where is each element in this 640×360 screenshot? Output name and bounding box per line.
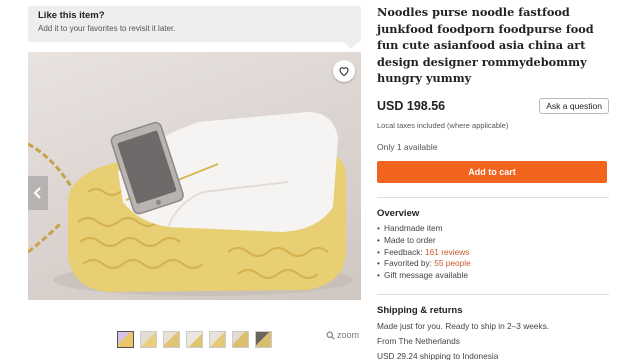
feedback-label: Feedback:	[384, 246, 426, 257]
favorite-prompt-pointer	[344, 42, 358, 49]
shipping-cost-line: USD 29.24 shipping to Indonesia	[377, 349, 609, 360]
section-divider	[377, 196, 609, 198]
noodle-purse-illustration	[28, 112, 353, 296]
shipping-heading: Shipping & returns	[377, 304, 463, 316]
shipping-destination-link[interactable]: Indonesia	[462, 351, 498, 360]
add-to-cart-button[interactable]: Add to cart	[377, 160, 607, 183]
overview-item-gift: Gift message available	[377, 270, 609, 282]
favorite-heart-button[interactable]	[333, 60, 355, 82]
magnifier-icon	[326, 331, 335, 340]
product-info-panel: Noodles purse noodle fastfood junkfood f…	[377, 0, 609, 360]
reviews-link[interactable]: 161 reviews	[425, 247, 469, 257]
favorited-label: Favorited by:	[384, 258, 435, 269]
thumbnail-4[interactable]	[186, 331, 203, 348]
thumbnail-2[interactable]	[140, 331, 157, 348]
ask-question-button[interactable]: Ask a question	[539, 97, 609, 114]
shipping-ready-text: Made just for you. Ready to ship in 2–3 …	[377, 320, 550, 331]
shipping-from-text: From The Netherlands	[377, 335, 460, 346]
overview-item-feedback: Feedback: 161 reviews	[377, 247, 609, 259]
favorite-prompt-title: Like this item?	[38, 10, 105, 21]
product-main-image[interactable]	[28, 52, 361, 300]
favorited-people-link[interactable]: 55 people	[434, 258, 470, 268]
product-price: USD 198.56	[377, 98, 446, 113]
thumbnail-5[interactable]	[209, 331, 226, 348]
overview-item-made-to-order: Made to order	[377, 235, 609, 247]
favorite-prompt: Like this item? Add it to your favorites…	[28, 6, 361, 49]
chevron-left-icon	[33, 187, 41, 199]
zoom-label: zoom	[337, 330, 360, 340]
product-title: Noodles purse noodle fastfood junkfood f…	[377, 5, 594, 86]
overview-list: Handmade item Made to order Feedback: 16…	[377, 223, 609, 282]
overview-item-handmade: Handmade item	[377, 223, 609, 235]
thumbnail-strip	[117, 331, 272, 348]
overview-item-favorited: Favorited by: 55 people	[377, 258, 609, 270]
thumbnail-7[interactable]	[255, 331, 272, 348]
thumbnail-1[interactable]	[117, 331, 134, 348]
section-divider	[377, 293, 609, 295]
stock-note: Only 1 available	[377, 141, 438, 152]
previous-image-button[interactable]	[28, 176, 48, 210]
zoom-control[interactable]: zoom	[326, 330, 359, 340]
overview-heading: Overview	[377, 207, 420, 219]
shipping-cost-text: USD 29.24 shipping to	[377, 350, 463, 360]
price-row: USD 198.56 Ask a question	[377, 97, 609, 114]
favorite-prompt-subtitle: Add it to your favorites to revisit it l…	[38, 24, 176, 33]
heart-icon	[339, 67, 349, 77]
thumbnail-6[interactable]	[232, 331, 249, 348]
tax-note: Local taxes included (where applicable)	[377, 120, 509, 130]
thumbnail-3[interactable]	[163, 331, 180, 348]
